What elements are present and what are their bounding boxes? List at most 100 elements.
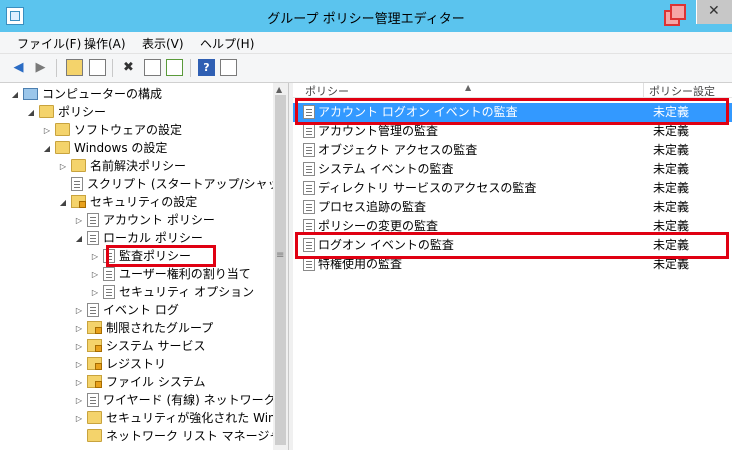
folder-icon: [87, 429, 102, 442]
list-row[interactable]: ディレクトリ サービスのアクセスの監査 未定義: [293, 179, 732, 198]
list-row[interactable]: オブジェクト アクセスの監査 未定義: [293, 141, 732, 160]
lock-folder-icon: [87, 357, 102, 370]
tree-scrollbar[interactable]: ▲: [273, 83, 288, 450]
list-header: ポリシー ▲ ポリシー設定: [293, 83, 732, 98]
tree-item-security-options[interactable]: ▷ セキュリティ オプション: [90, 283, 254, 301]
folder-icon: [55, 123, 70, 136]
policy-item-icon: [303, 218, 315, 233]
tree-item-event-log[interactable]: ▷ イベント ログ: [74, 301, 179, 319]
policy-item-icon: [303, 256, 315, 271]
window-title: グループ ポリシー管理エディター: [267, 12, 465, 27]
expand-arrow-icon[interactable]: ▷: [42, 122, 52, 140]
properties-icon[interactable]: [144, 59, 161, 76]
list-row[interactable]: アカウント ログオン イベントの監査 未定義: [293, 103, 732, 122]
expand-arrow-icon[interactable]: ▷: [58, 158, 68, 176]
policy-item-icon: [303, 104, 315, 119]
tree-item-registry[interactable]: ▷ レジストリ: [74, 355, 166, 373]
policy-item-icon: [303, 237, 315, 252]
tree-item-name-resolution[interactable]: ▷ 名前解決ポリシー: [58, 157, 186, 175]
tree-item-windows-settings[interactable]: ◢ Windows の設定: [42, 139, 167, 157]
expand-arrow-icon[interactable]: ◢: [26, 104, 36, 122]
expand-arrow-icon[interactable]: ◢: [58, 194, 68, 212]
policy-icon: [87, 302, 99, 317]
policy-icon: [103, 248, 115, 263]
tree-item-restricted-groups[interactable]: ▷ 制限されたグループ: [74, 319, 213, 337]
close-button[interactable]: ✕: [696, 0, 732, 24]
sort-ascending-icon: ▲: [465, 83, 472, 92]
list-row[interactable]: アカウント管理の監査 未定義: [293, 122, 732, 141]
tree-item-computer-config[interactable]: ◢ コンピューターの構成: [10, 85, 162, 103]
folder-icon: [71, 159, 86, 172]
script-icon: [71, 176, 83, 191]
list-pane: ポリシー ▲ ポリシー設定 アカウント ログオン イベントの監査 未定義 アカウ…: [293, 83, 732, 450]
show-hide-tree-icon[interactable]: [89, 59, 106, 76]
scrollbar-thumb[interactable]: [275, 95, 286, 445]
tree-item-software-settings[interactable]: ▷ ソフトウェアの設定: [42, 121, 182, 139]
expand-arrow-icon[interactable]: ▷: [74, 302, 84, 320]
tree-item-user-rights[interactable]: ▷ ユーザー権利の割り当て: [90, 265, 251, 283]
policy-icon: [87, 230, 99, 245]
list-row[interactable]: プロセス追跡の監査 未定義: [293, 198, 732, 217]
menu-file[interactable]: ファイル(F): [17, 35, 81, 52]
lock-folder-icon: [87, 321, 102, 334]
up-folder-icon[interactable]: [66, 59, 83, 76]
list-row[interactable]: ポリシーの変更の監査 未定義: [293, 217, 732, 236]
tree-item-scripts[interactable]: スクリプト (スタートアップ/シャットダウ: [58, 175, 288, 193]
expand-arrow-icon[interactable]: ▷: [74, 320, 84, 338]
title-bar: グループ ポリシー管理エディター ✕: [0, 0, 732, 32]
list-row[interactable]: システム イベントの監査 未定義: [293, 160, 732, 179]
policy-icon: [103, 284, 115, 299]
expand-arrow-icon[interactable]: ◢: [74, 230, 84, 248]
expand-arrow-icon[interactable]: ▷: [90, 248, 100, 266]
expand-arrow-icon[interactable]: ▷: [74, 374, 84, 392]
back-icon[interactable]: ◀: [10, 59, 27, 76]
expand-arrow-icon[interactable]: ▷: [74, 338, 84, 356]
folder-icon: [55, 141, 70, 154]
help-icon[interactable]: ?: [198, 59, 215, 76]
tree-item-local-policies[interactable]: ◢ ローカル ポリシー: [74, 229, 203, 247]
policy-item-icon: [303, 142, 315, 157]
policy-item-icon: [303, 199, 315, 214]
lock-folder-icon: [87, 339, 102, 352]
menu-view[interactable]: 表示(V): [142, 35, 184, 52]
expand-arrow-icon[interactable]: ▷: [74, 356, 84, 374]
restore-button[interactable]: [660, 4, 686, 26]
tree-item-policies[interactable]: ◢ ポリシー: [26, 103, 106, 121]
forward-icon[interactable]: ▶: [32, 59, 49, 76]
expand-arrow-icon[interactable]: ▷: [74, 212, 84, 230]
tree-item-wired-network[interactable]: ▷ ワイヤード (有線) ネットワーク: [74, 391, 276, 409]
expand-arrow-icon[interactable]: ◢: [10, 86, 20, 104]
delete-icon[interactable]: ✖: [120, 59, 137, 76]
policy-icon: [87, 212, 99, 227]
column-header-setting[interactable]: ポリシー設定: [649, 83, 715, 99]
tree-item-network-list-manager[interactable]: ネットワーク リスト マネージャー: [74, 427, 288, 445]
close-icon: ✕: [708, 3, 720, 19]
tree-item-windows-firewall[interactable]: ▷ セキュリティが強化された Windo: [74, 409, 288, 428]
policy-icon: [87, 392, 99, 407]
export-list-icon[interactable]: [166, 59, 183, 76]
menu-action[interactable]: 操作(A): [84, 35, 126, 52]
tree-item-account-policies[interactable]: ▷ アカウント ポリシー: [74, 211, 215, 229]
folder-icon: [39, 105, 54, 118]
column-header-policy[interactable]: ポリシー: [305, 83, 349, 99]
tree-pane: ◢ コンピューターの構成 ◢ ポリシー ▷ ソフトウェアの設定 ◢ Windows の設…: [0, 83, 289, 450]
expand-arrow-icon[interactable]: ◢: [42, 140, 52, 158]
expand-arrow-icon[interactable]: ▷: [90, 284, 100, 302]
expand-arrow-icon[interactable]: ▷: [90, 266, 100, 284]
menu-help[interactable]: ヘルプ(H): [200, 35, 254, 52]
list-row[interactable]: 特権使用の監査 未定義: [293, 255, 732, 274]
tree-item-audit-policy[interactable]: ▷ 監査ポリシー: [90, 247, 191, 265]
policy-item-icon: [303, 123, 315, 138]
tree-item-file-system[interactable]: ▷ ファイル システム: [74, 373, 205, 391]
list-row[interactable]: ログオン イベントの監査 未定義: [293, 236, 732, 255]
splitter-grip-icon: ≡: [276, 250, 285, 261]
tree-item-system-services[interactable]: ▷ システム サービス: [74, 337, 205, 355]
expand-arrow-icon[interactable]: ▷: [74, 410, 84, 428]
policy-item-icon: [303, 180, 315, 195]
policy-icon: [103, 266, 115, 281]
action-pane-icon[interactable]: [220, 59, 237, 76]
tree-item-security-settings[interactable]: ◢ セキュリティの設定: [58, 193, 197, 211]
expand-arrow-icon[interactable]: ▷: [74, 392, 84, 410]
computer-icon: [23, 87, 38, 100]
scroll-up-icon[interactable]: ▲: [276, 85, 282, 94]
